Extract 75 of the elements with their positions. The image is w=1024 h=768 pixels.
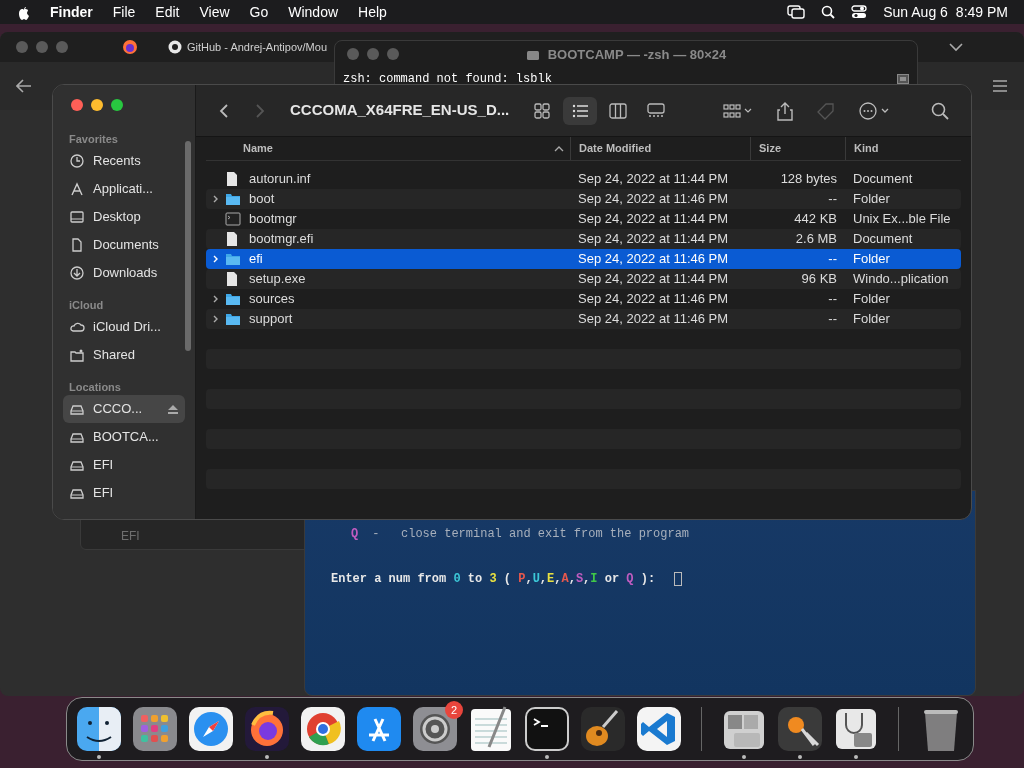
menu-item[interactable]: Edit (155, 1, 180, 23)
sidebar-item[interactable]: Recents (63, 147, 185, 175)
terminal-line: Q - close terminal and exit from the program (351, 525, 690, 543)
size-cell-text: -- (827, 250, 838, 269)
sidebar-item[interactable]: Applicati... (63, 175, 185, 203)
sidebar-heading: Locations (68, 380, 122, 395)
menu-item[interactable]: View (199, 1, 230, 23)
menu-item[interactable]: Help (358, 1, 387, 23)
file-name: autorun.inf (249, 170, 311, 189)
date-cell-text: Sep 24, 2022 at 11:44 PM (577, 170, 730, 189)
file-name: boot (249, 190, 275, 209)
size-cell-text: 2.6 MB (794, 230, 838, 249)
column-header[interactable]: Kind (845, 137, 961, 160)
file-name: efi (249, 250, 263, 269)
file-row[interactable]: bootmgr Sep 24, 2022 at 11:44 PM 442 KB Unix Ex...ble File (206, 209, 961, 229)
file-name: support (249, 310, 293, 329)
kind-cell-text: Folder (852, 250, 891, 269)
sidebar-item[interactable]: BOOTCA... (63, 423, 185, 451)
window-title: CCCOMA_X64FRE_EN-US_D... (290, 100, 510, 121)
file-row[interactable]: boot Sep 24, 2022 at 11:46 PM -- Folder (206, 189, 961, 209)
file-row[interactable]: sources Sep 24, 2022 at 11:46 PM -- Folder (206, 289, 961, 309)
window-title: BOOTCAMP — -zsh — 80×24 (547, 46, 727, 64)
menu-item[interactable]: File (112, 1, 136, 23)
date-cell-text: Sep 24, 2022 at 11:44 PM (577, 230, 730, 249)
sidebar-item[interactable]: EFI (63, 479, 185, 507)
file-name: setup.exe (249, 270, 306, 289)
window-label: EFI (121, 528, 140, 545)
app-menu[interactable]: Finder (50, 1, 93, 23)
date-cell-text: Sep 24, 2022 at 11:46 PM (577, 310, 730, 329)
menu-item[interactable]: Go (249, 1, 269, 23)
sidebar-item[interactable]: Desktop (63, 203, 185, 231)
kind-cell-text: Unix Ex...ble File (852, 210, 952, 229)
date-cell-text: Sep 24, 2022 at 11:44 PM (577, 210, 730, 229)
kind-cell-text: Document (852, 170, 914, 189)
sidebar-item[interactable]: Documents (63, 231, 185, 259)
file-row[interactable]: efi Sep 24, 2022 at 11:46 PM -- Folder (206, 249, 961, 269)
file-row[interactable]: setup.exe Sep 24, 2022 at 11:44 PM 96 KB Windo...plication (206, 269, 961, 289)
kind-cell-text: Folder (852, 190, 891, 209)
size-cell-text: -- (827, 190, 838, 209)
date-cell-text: Sep 24, 2022 at 11:46 PM (577, 250, 730, 269)
file-row[interactable]: support Sep 24, 2022 at 11:46 PM -- Folder (206, 309, 961, 329)
sidebar-item[interactable]: EFI (63, 451, 185, 479)
file-row[interactable]: autorun.inf Sep 24, 2022 at 11:44 PM 128 bytes Document (206, 169, 961, 189)
date-cell-text: Sep 24, 2022 at 11:46 PM (577, 190, 730, 209)
menu-bar-time[interactable]: 8:49 PM (955, 1, 1008, 23)
menu-bar-date[interactable]: Sun Aug 6 (883, 1, 948, 23)
sidebar-item[interactable]: CCCO... (63, 395, 185, 423)
notification-badge: 2 (445, 701, 463, 719)
column-header[interactable]: Name (206, 137, 570, 160)
size-cell-text: 442 KB (793, 210, 838, 229)
terminal-line: zsh: command not found: lsblk (343, 71, 552, 88)
column-header[interactable]: Size (750, 137, 845, 160)
browser-tab[interactable]: GitHub - Andrej-Antipov/Mou (168, 38, 327, 56)
file-name: sources (249, 290, 295, 309)
column-header[interactable]: Date Modified (570, 137, 750, 160)
kind-cell-text: Folder (852, 290, 891, 309)
terminal-line: Enter a num from 0 to 3 ( P,U,E,A,S,I or Q ): (331, 570, 657, 588)
file-row[interactable]: bootmgr.efi Sep 24, 2022 at 11:44 PM 2.6 MB Document (206, 229, 961, 249)
sidebar-heading: Favorites (68, 132, 119, 147)
sidebar-item[interactable]: Shared (63, 341, 185, 369)
size-cell-text: -- (827, 310, 838, 329)
size-cell-text: 128 bytes (779, 170, 838, 189)
file-name: bootmgr (249, 210, 297, 229)
kind-cell-text: Document (852, 230, 914, 249)
size-cell-text: -- (827, 290, 838, 309)
sidebar-item[interactable]: Downloads (63, 259, 185, 287)
kind-cell-text: Windo...plication (852, 270, 950, 289)
sidebar-heading: iCloud (68, 298, 105, 313)
sidebar-item[interactable]: iCloud Dri... (63, 313, 185, 341)
date-cell-text: Sep 24, 2022 at 11:46 PM (577, 290, 730, 309)
date-cell-text: Sep 24, 2022 at 11:44 PM (577, 270, 730, 289)
kind-cell-text: Folder (852, 310, 891, 329)
menu-item[interactable]: Window (288, 1, 339, 23)
size-cell-text: 96 KB (800, 270, 838, 289)
file-name: bootmgr.efi (249, 230, 314, 249)
